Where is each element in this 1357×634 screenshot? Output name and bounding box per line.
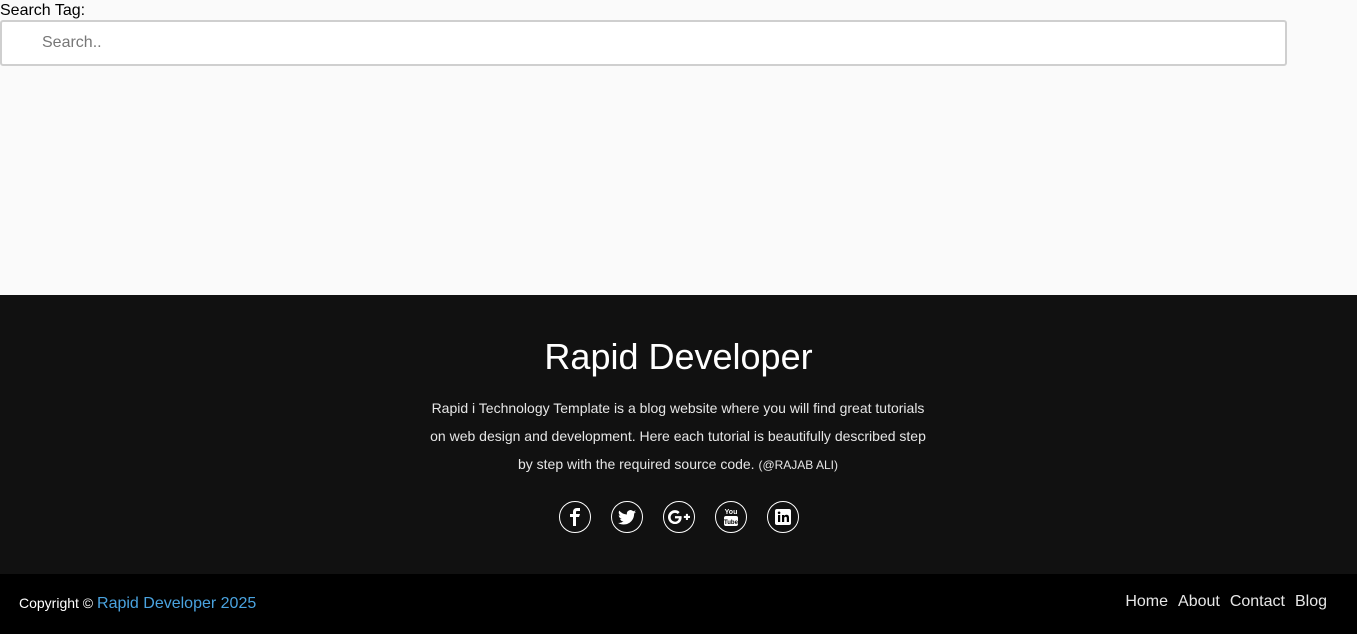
facebook-icon [569, 508, 581, 526]
footer-nav: Home About Contact Blog [1125, 592, 1327, 612]
nav-about[interactable]: About [1178, 592, 1220, 612]
svg-text:You: You [724, 509, 737, 516]
footer-author: (@RAJAB ALI) [758, 458, 838, 472]
footer-main: Rapid Developer Rapid i Technology Templ… [0, 295, 1357, 574]
google-plus-icon [667, 510, 690, 524]
svg-text:Tube: Tube [724, 520, 739, 526]
copyright-prefix: Copyright © [19, 595, 94, 611]
footer-description-text: Rapid i Technology Template is a blog we… [430, 400, 926, 472]
google-plus-link[interactable] [662, 501, 695, 533]
nav-blog[interactable]: Blog [1295, 592, 1327, 612]
twitter-link[interactable] [610, 501, 643, 533]
linkedin-icon [774, 509, 791, 525]
brand-link[interactable]: Rapid Developer 2025 [97, 595, 256, 612]
footer-description: Rapid i Technology Template is a blog we… [428, 394, 928, 479]
youtube-icon: You Tube [723, 507, 739, 527]
copyright: Copyright © Rapid Developer 2025 [19, 593, 256, 614]
facebook-link[interactable] [558, 501, 591, 533]
bottom-bar: Copyright © Rapid Developer 2025 Home Ab… [0, 574, 1357, 634]
linkedin-link[interactable] [766, 501, 799, 533]
nav-home[interactable]: Home [1125, 592, 1168, 612]
nav-contact[interactable]: Contact [1230, 592, 1285, 612]
social-links: You Tube [0, 501, 1357, 533]
twitter-icon [617, 509, 636, 525]
search-label: Search Tag: [0, 2, 86, 19]
search-input[interactable] [0, 20, 1287, 66]
youtube-link[interactable]: You Tube [714, 501, 747, 533]
footer-title: Rapid Developer [544, 336, 813, 377]
